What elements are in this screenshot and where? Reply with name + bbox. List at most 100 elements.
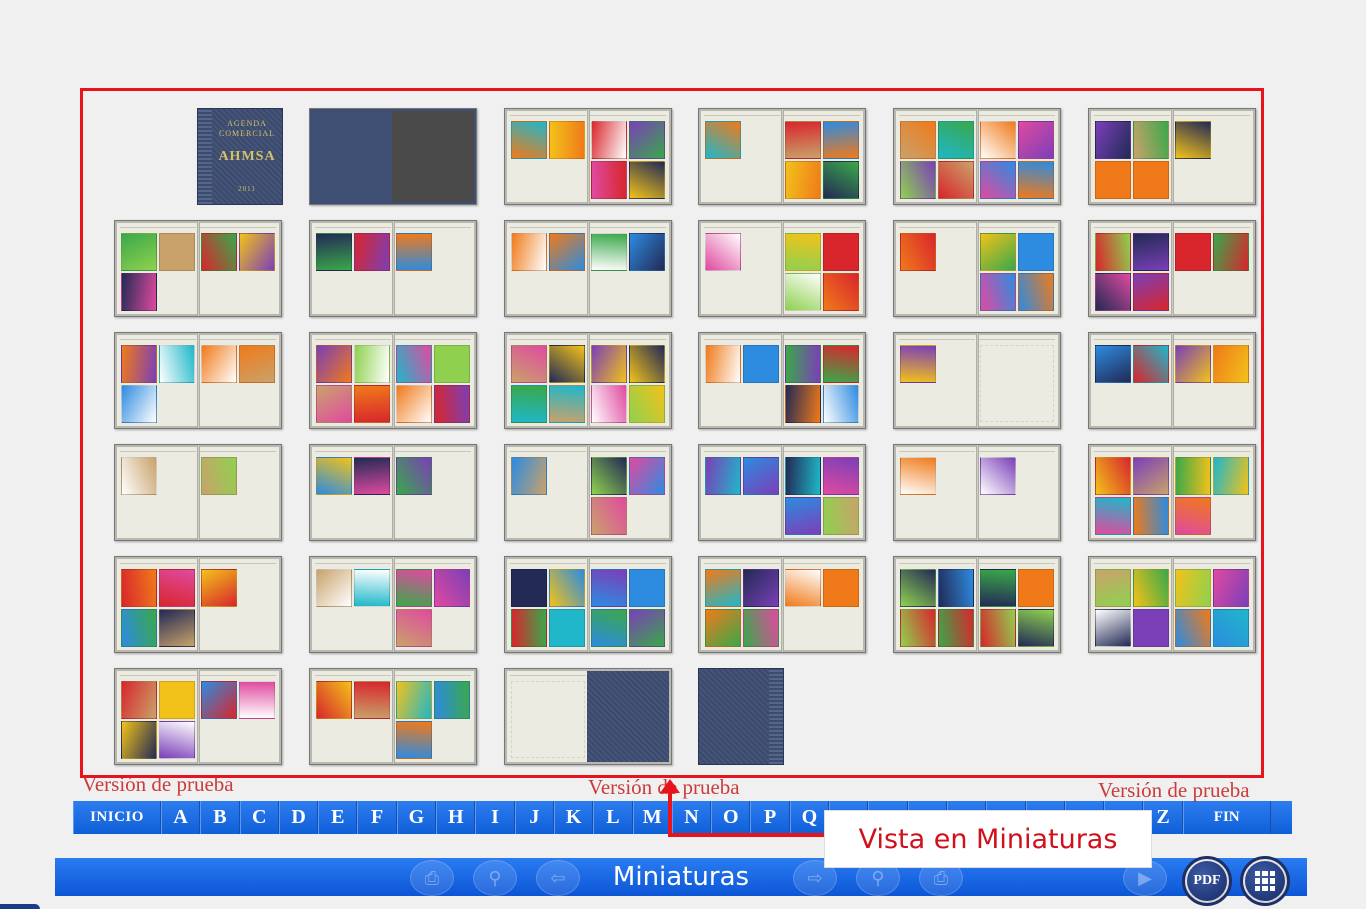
spread-thumbnail[interactable]	[504, 444, 672, 541]
back-pages-thumbnail[interactable]	[504, 668, 672, 765]
spread-thumbnail[interactable]	[309, 332, 477, 429]
alpha-letter-h[interactable]: H	[436, 801, 476, 834]
alpha-letter-k[interactable]: K	[553, 801, 594, 834]
ad-thumbnail	[1213, 457, 1249, 495]
alpha-end-button[interactable]: FIN	[1182, 801, 1271, 834]
spread-thumbnail[interactable]	[698, 444, 866, 541]
ad-thumbnail	[1133, 121, 1169, 159]
alpha-letter-b[interactable]: B	[200, 801, 240, 834]
alpha-letter-p[interactable]: P	[750, 801, 790, 834]
ad-thumbnail	[239, 345, 275, 383]
ad-thumbnail	[549, 233, 585, 271]
thumbnail-page	[701, 559, 783, 650]
ad-thumbnail	[823, 121, 859, 159]
ad-thumbnail	[1133, 569, 1169, 607]
ad-thumbnail	[823, 569, 859, 607]
ad-thumbnail	[980, 569, 1016, 607]
spine-fold	[197, 445, 200, 540]
ad-thumbnail	[629, 161, 665, 199]
spread-thumbnail[interactable]	[1088, 556, 1256, 653]
ad-thumbnail	[239, 233, 275, 271]
ad-thumbnail	[900, 121, 936, 159]
alpha-letter-a[interactable]: A	[161, 801, 201, 834]
ad-thumbnail	[823, 497, 859, 535]
ad-thumbnail	[396, 345, 432, 383]
alpha-letter-m[interactable]: M	[632, 801, 672, 834]
ad-thumbnail	[354, 569, 390, 607]
front-cover-thumbnail[interactable]: AGENDA COMERCIAL AHMSA 2011	[197, 108, 283, 205]
alpha-letter-i[interactable]: I	[475, 801, 515, 834]
spread-thumbnail[interactable]	[309, 444, 477, 541]
alpha-letter-d[interactable]: D	[278, 801, 319, 834]
spread-thumbnail[interactable]	[114, 332, 282, 429]
alpha-letter-c[interactable]: C	[239, 801, 279, 834]
spread-thumbnail[interactable]	[893, 332, 1061, 429]
thumbnail-page	[896, 335, 978, 426]
spread-thumbnail[interactable]	[893, 108, 1061, 205]
thumbnail-page	[976, 111, 1058, 202]
spread-thumbnail[interactable]	[893, 556, 1061, 653]
thumbnail-page	[781, 335, 863, 426]
inside-cover-thumbnail[interactable]	[309, 108, 477, 205]
spread-thumbnail[interactable]	[114, 444, 282, 541]
spine-fold	[197, 333, 200, 428]
ad-thumbnail	[511, 569, 547, 607]
spine-fold	[781, 557, 784, 652]
spread-thumbnail[interactable]	[1088, 444, 1256, 541]
watermark-left: Versión de prueba	[82, 772, 234, 796]
ad-thumbnail	[1213, 233, 1249, 271]
spread-thumbnail[interactable]	[309, 668, 477, 765]
alpha-letter-e[interactable]: E	[318, 801, 358, 834]
ad-thumbnail	[1133, 609, 1169, 647]
ad-thumbnail	[900, 345, 936, 383]
callout-arrow-line-horizontal	[668, 833, 828, 837]
spread-thumbnail[interactable]	[114, 668, 282, 765]
cover-brand: AHMSA	[218, 149, 276, 164]
ad-thumbnail	[980, 161, 1016, 199]
thumbnail-page	[197, 447, 279, 538]
alpha-letter-n[interactable]: N	[671, 801, 712, 834]
ad-thumbnail	[1133, 497, 1169, 535]
spread-thumbnail[interactable]	[698, 220, 866, 317]
pdf-button[interactable]: PDF	[1182, 856, 1232, 906]
spread-thumbnail[interactable]	[504, 332, 672, 429]
ad-thumbnail	[549, 569, 585, 607]
spread-thumbnail[interactable]	[114, 220, 282, 317]
back-cover-thumbnail[interactable]	[698, 668, 784, 765]
spine-fold	[392, 445, 395, 540]
ad-thumbnail	[1095, 569, 1131, 607]
spread-thumbnail[interactable]	[504, 220, 672, 317]
spread-thumbnail[interactable]	[309, 220, 477, 317]
spread-thumbnail[interactable]	[309, 556, 477, 653]
spread-thumbnail[interactable]	[504, 556, 672, 653]
spread-thumbnail[interactable]	[114, 556, 282, 653]
alpha-letter-f[interactable]: F	[357, 801, 397, 834]
thumbnail-page	[507, 223, 589, 314]
ad-thumbnail	[121, 569, 157, 607]
spread-thumbnail[interactable]	[1088, 220, 1256, 317]
ad-thumbnail	[785, 161, 821, 199]
spread-thumbnail[interactable]	[893, 444, 1061, 541]
ad-thumbnail	[396, 569, 432, 607]
ad-thumbnail	[591, 457, 627, 495]
alpha-letter-j[interactable]: J	[514, 801, 554, 834]
spread-thumbnail[interactable]	[504, 108, 672, 205]
spread-thumbnail[interactable]	[1088, 332, 1256, 429]
thumbnail-page	[781, 447, 863, 538]
spread-thumbnail[interactable]	[1088, 108, 1256, 205]
spread-thumbnail[interactable]	[698, 108, 866, 205]
alpha-start-button[interactable]: INICIO	[73, 801, 161, 834]
alpha-letter-o[interactable]: O	[711, 801, 751, 834]
ad-thumbnail	[823, 345, 859, 383]
alpha-letter-g[interactable]: G	[396, 801, 437, 834]
spread-thumbnail[interactable]	[893, 220, 1061, 317]
thumbnails-view-button[interactable]	[1240, 856, 1290, 906]
ad-thumbnail	[159, 609, 195, 647]
thumbnail-page	[507, 447, 589, 538]
ad-thumbnail	[900, 569, 936, 607]
alpha-letter-l[interactable]: L	[593, 801, 633, 834]
ad-thumbnail	[591, 233, 627, 271]
cover-title-line2: COMERCIAL	[218, 129, 276, 138]
spread-thumbnail[interactable]	[698, 556, 866, 653]
spread-thumbnail[interactable]	[698, 332, 866, 429]
